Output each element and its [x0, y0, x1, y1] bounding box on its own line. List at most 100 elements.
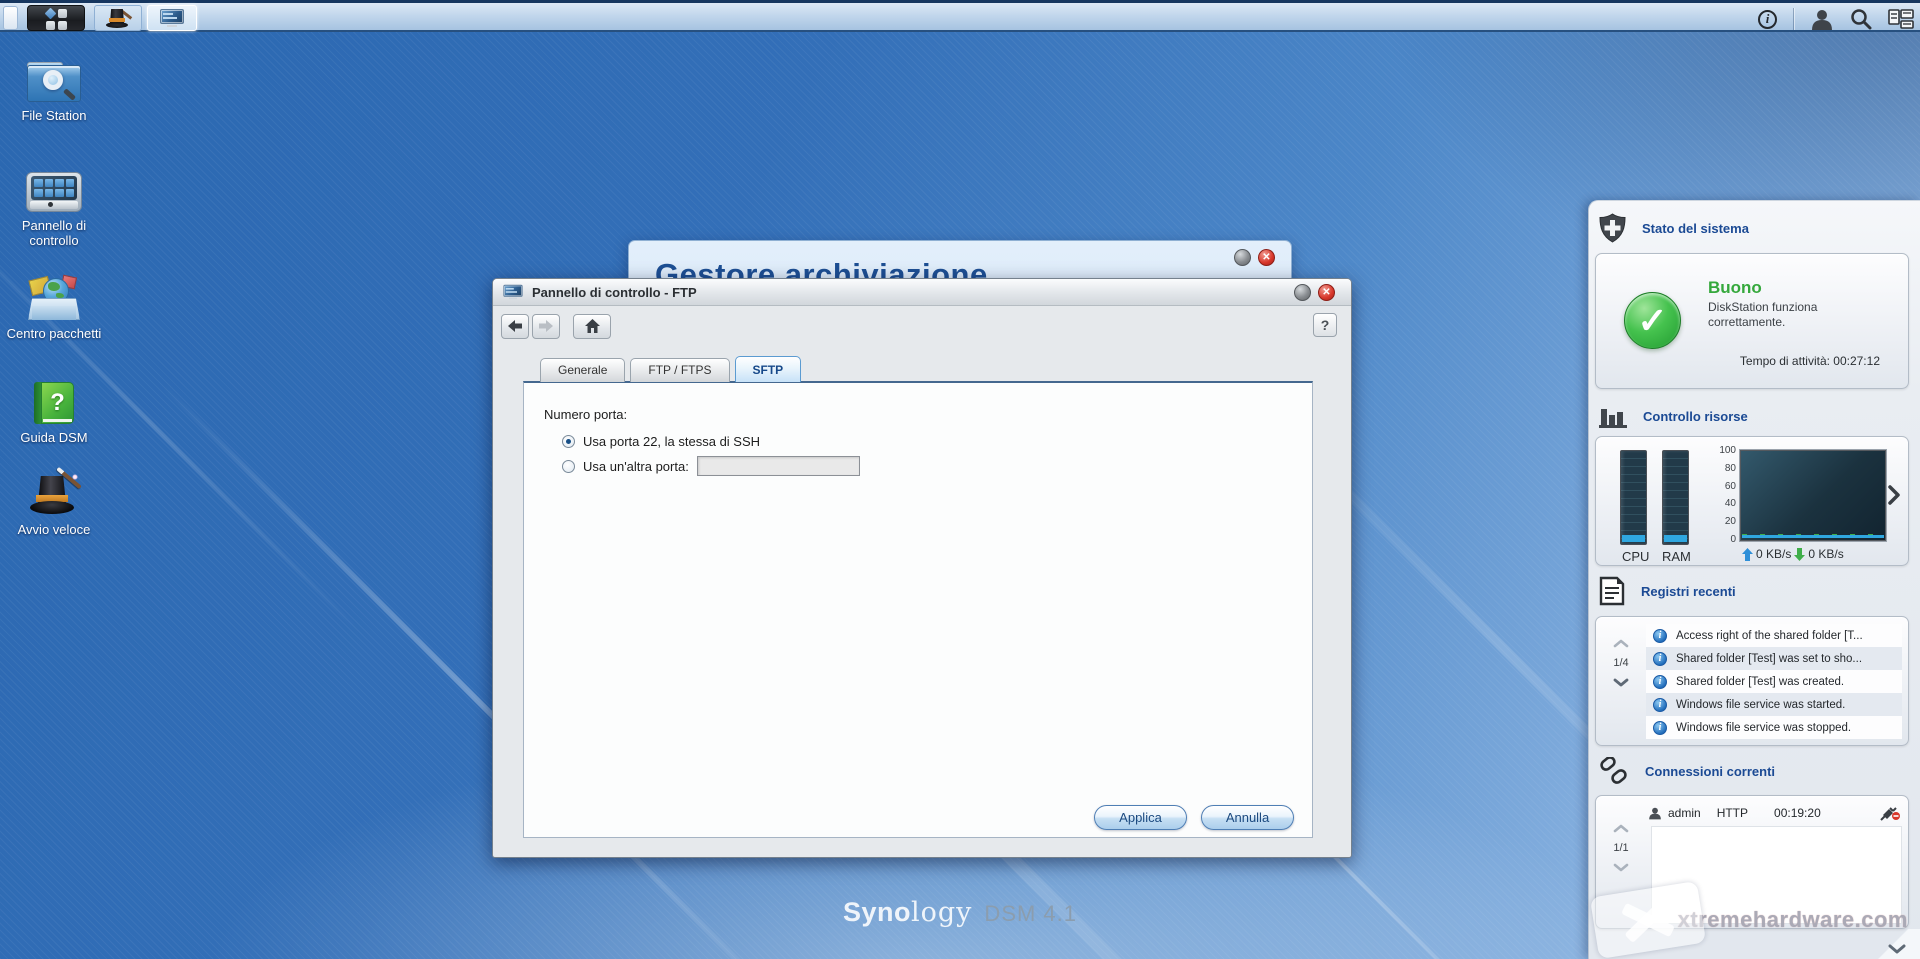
port-number-label: Numero porta:: [544, 407, 628, 422]
log-row[interactable]: i Windows file service was started.: [1646, 693, 1902, 716]
info-icon: i: [1653, 651, 1667, 666]
upload-speed: 0 KB/s: [1756, 547, 1792, 561]
connections-list-area: [1651, 826, 1902, 924]
uptime-text: Tempo di attività: 00:27:12: [1739, 354, 1880, 368]
port-input[interactable]: [696, 456, 860, 476]
user-icon[interactable]: [1810, 8, 1834, 30]
main-menu-icon: [44, 7, 56, 20]
dialog-titlebar[interactable]: Pannello di controllo - FTP: [493, 279, 1351, 306]
apply-button[interactable]: Applica: [1094, 805, 1187, 830]
synology-logo: Synology: [842, 897, 973, 928]
system-status-header: Stato del sistema: [1599, 213, 1749, 243]
network-chart-axis: 100 80 60 40 20 0: [1719, 445, 1736, 545]
minimize-button[interactable]: [1294, 284, 1311, 301]
desktop-icon-package-center[interactable]: Centro pacchetti: [6, 274, 102, 341]
chain-link-icon: [1600, 757, 1627, 784]
desktop-icon-file-station[interactable]: File Station: [6, 60, 102, 123]
recent-logs-box: 1/4 i Access right of the shared folder […: [1595, 616, 1909, 746]
radio-row-ssh-port[interactable]: Usa porta 22, la stessa di SSH: [562, 434, 760, 449]
connection-time: 00:19:20: [1774, 806, 1821, 820]
radio-custom-port[interactable]: [562, 459, 575, 473]
cpu-gauge: [1620, 450, 1647, 545]
page-up-icon[interactable]: [1613, 639, 1629, 648]
resource-details-chevron[interactable]: [1888, 485, 1900, 505]
forward-button[interactable]: [532, 313, 560, 339]
taskbar-app-quick-start[interactable]: [94, 5, 142, 31]
section-title: Controllo risorse: [1643, 408, 1748, 424]
log-document-icon: [1599, 576, 1625, 606]
taskbar-app-control-panel[interactable]: [147, 5, 197, 31]
help-button[interactable]: ?: [1313, 313, 1337, 337]
radio-ssh-port[interactable]: [562, 435, 575, 448]
desktop-icon-label: Avvio veloce: [17, 522, 91, 537]
file-station-icon: [27, 60, 81, 102]
control-panel-window-icon: [503, 284, 523, 300]
page-up-icon[interactable]: [1613, 824, 1629, 833]
home-icon: [584, 319, 600, 333]
tab-ftp-ftps[interactable]: FTP / FTPS: [630, 358, 730, 382]
back-button[interactable]: [501, 313, 529, 339]
page-down-icon[interactable]: [1613, 863, 1629, 872]
minimize-button[interactable]: [1234, 249, 1251, 266]
search-icon[interactable]: [1850, 8, 1872, 30]
disconnect-icon[interactable]: [1880, 805, 1900, 821]
ram-gauge: [1662, 450, 1689, 545]
cancel-button[interactable]: Annulla: [1201, 805, 1294, 830]
chevron-down-icon: [1888, 944, 1906, 954]
network-speed-labels: 0 KB/s 0 KB/s: [1742, 547, 1844, 561]
section-title: Registri recenti: [1641, 583, 1736, 599]
control-panel-icon: [26, 172, 82, 212]
logs-page-indicator: 1/4: [1613, 657, 1629, 669]
section-title: Connessioni correnti: [1645, 763, 1776, 779]
page-down-icon[interactable]: [1613, 678, 1629, 687]
window-control-panel-ftp: Pannello di controllo - FTP ✕ ? Generale…: [492, 278, 1352, 858]
widget-panel: Stato del sistema ✓ Buono DiskStation fu…: [1588, 200, 1920, 959]
magic-hat-icon: [28, 466, 82, 516]
dsm-branding: Synology DSM 4.1: [843, 897, 1077, 928]
info-icon: i: [1653, 697, 1667, 712]
desktop-icon-label: File Station: [21, 108, 87, 123]
close-button[interactable]: ✕: [1258, 249, 1275, 266]
home-button[interactable]: [573, 313, 611, 339]
log-row[interactable]: i Shared folder [Test] was set to sho...: [1646, 647, 1902, 670]
connection-row[interactable]: admin HTTP 00:19:20: [1648, 802, 1900, 824]
radio-row-custom-port[interactable]: Usa un'altra porta:: [562, 456, 860, 476]
taskbar: i: [0, 0, 1920, 32]
desktop-icon-label: Pannello di controllo: [21, 218, 87, 248]
main-menu-button[interactable]: [27, 5, 85, 31]
help-book-icon: ?: [34, 382, 74, 424]
desktop-icon-quick-start[interactable]: Avvio veloce: [6, 466, 102, 537]
status-value: Buono: [1708, 278, 1762, 297]
desktop-icon-dsm-help[interactable]: ? Guida DSM: [6, 382, 102, 445]
connections-header: Connessioni correnti: [1599, 757, 1775, 785]
package-center-icon: [26, 274, 82, 320]
cpu-label: CPU: [1622, 549, 1650, 564]
section-title: Stato del sistema: [1642, 220, 1749, 236]
magic-hat-icon: [105, 7, 133, 28]
shield-icon: [1599, 213, 1626, 243]
radio-custom-port-label: Usa un'altra porta:: [583, 458, 689, 474]
connections-pager: 1/1: [1604, 824, 1638, 872]
log-row[interactable]: i Windows file service was stopped.: [1646, 716, 1902, 739]
log-row[interactable]: i Access right of the shared folder [T...: [1646, 624, 1902, 647]
download-arrow-icon: [1794, 547, 1806, 561]
info-icon[interactable]: i: [1758, 9, 1777, 29]
resource-monitor-box: CPU RAM 100 80 60 40 20 0 0 KB/s 0 KB/s: [1595, 436, 1909, 566]
log-row[interactable]: i Shared folder [Test] was created.: [1646, 670, 1902, 693]
tab-sftp[interactable]: SFTP: [734, 356, 802, 382]
system-status-box: ✓ Buono DiskStation funziona correttamen…: [1595, 253, 1909, 389]
dsm-version: DSM 4.1: [984, 901, 1078, 926]
recent-logs-header: Registri recenti: [1599, 576, 1736, 606]
tab-generale[interactable]: Generale: [540, 358, 626, 382]
close-button[interactable]: ✕: [1318, 284, 1335, 301]
monitor-icon: [160, 9, 184, 27]
dialog-tabs: Generale FTP / FTPS SFTP: [540, 356, 802, 382]
desktop-icon-control-panel[interactable]: Pannello di controllo: [6, 172, 102, 248]
show-desktop-button[interactable]: [3, 6, 18, 30]
bar-chart-icon: [1599, 409, 1627, 428]
connections-box: 1/1 admin HTTP 00:19:20: [1595, 795, 1909, 929]
arrow-left-icon: [508, 320, 522, 332]
widget-panel-collapse[interactable]: [1868, 929, 1920, 959]
pilot-view-icon[interactable]: [1888, 9, 1914, 29]
connection-user: admin: [1668, 806, 1701, 820]
